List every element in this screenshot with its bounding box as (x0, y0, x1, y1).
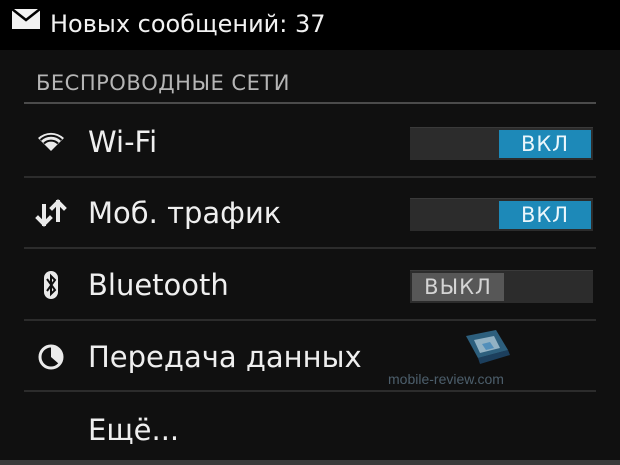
setting-row-more[interactable]: Ещё... (0, 395, 620, 465)
watermark: mobile-review.com (388, 328, 563, 390)
mobile-data-toggle[interactable]: ВКЛ (410, 198, 593, 231)
bluetooth-label: Bluetooth (88, 268, 229, 302)
setting-row-bluetooth[interactable]: Bluetooth ВЫКЛ (0, 250, 620, 320)
mobile-data-toggle-state: ВКЛ (499, 201, 591, 229)
data-usage-icon (38, 344, 64, 370)
setting-row-mobile-data[interactable]: Моб. трафик ВКЛ (0, 178, 620, 248)
row-divider (24, 247, 596, 249)
bluetooth-icon (44, 271, 58, 299)
wifi-label: Wi-Fi (88, 125, 158, 159)
section-header-wireless: БЕСПРОВОДНЫЕ СЕТИ (36, 71, 290, 95)
row-divider (24, 390, 596, 392)
bluetooth-toggle[interactable]: ВЫКЛ (410, 270, 593, 303)
mobile-data-label: Моб. трафик (88, 196, 282, 230)
wifi-icon (38, 132, 64, 151)
bottom-divider (0, 460, 620, 465)
mail-icon (11, 8, 41, 29)
more-label: Ещё... (88, 413, 180, 447)
mobile-review-logo-icon (466, 330, 510, 364)
data-usage-label: Передача данных (88, 340, 362, 374)
wifi-toggle[interactable]: ВКЛ (410, 127, 593, 160)
row-divider (24, 319, 596, 321)
section-divider (24, 102, 596, 104)
mobile-data-icon (35, 199, 67, 227)
setting-row-wifi[interactable]: Wi-Fi ВКЛ (0, 107, 620, 177)
notification-text: Новых сообщений: 37 (50, 10, 326, 38)
bluetooth-toggle-state: ВЫКЛ (412, 273, 504, 301)
status-bar: Новых сообщений: 37 (0, 0, 620, 50)
wifi-toggle-state: ВКЛ (499, 130, 591, 158)
watermark-text: mobile-review.com (388, 371, 504, 387)
